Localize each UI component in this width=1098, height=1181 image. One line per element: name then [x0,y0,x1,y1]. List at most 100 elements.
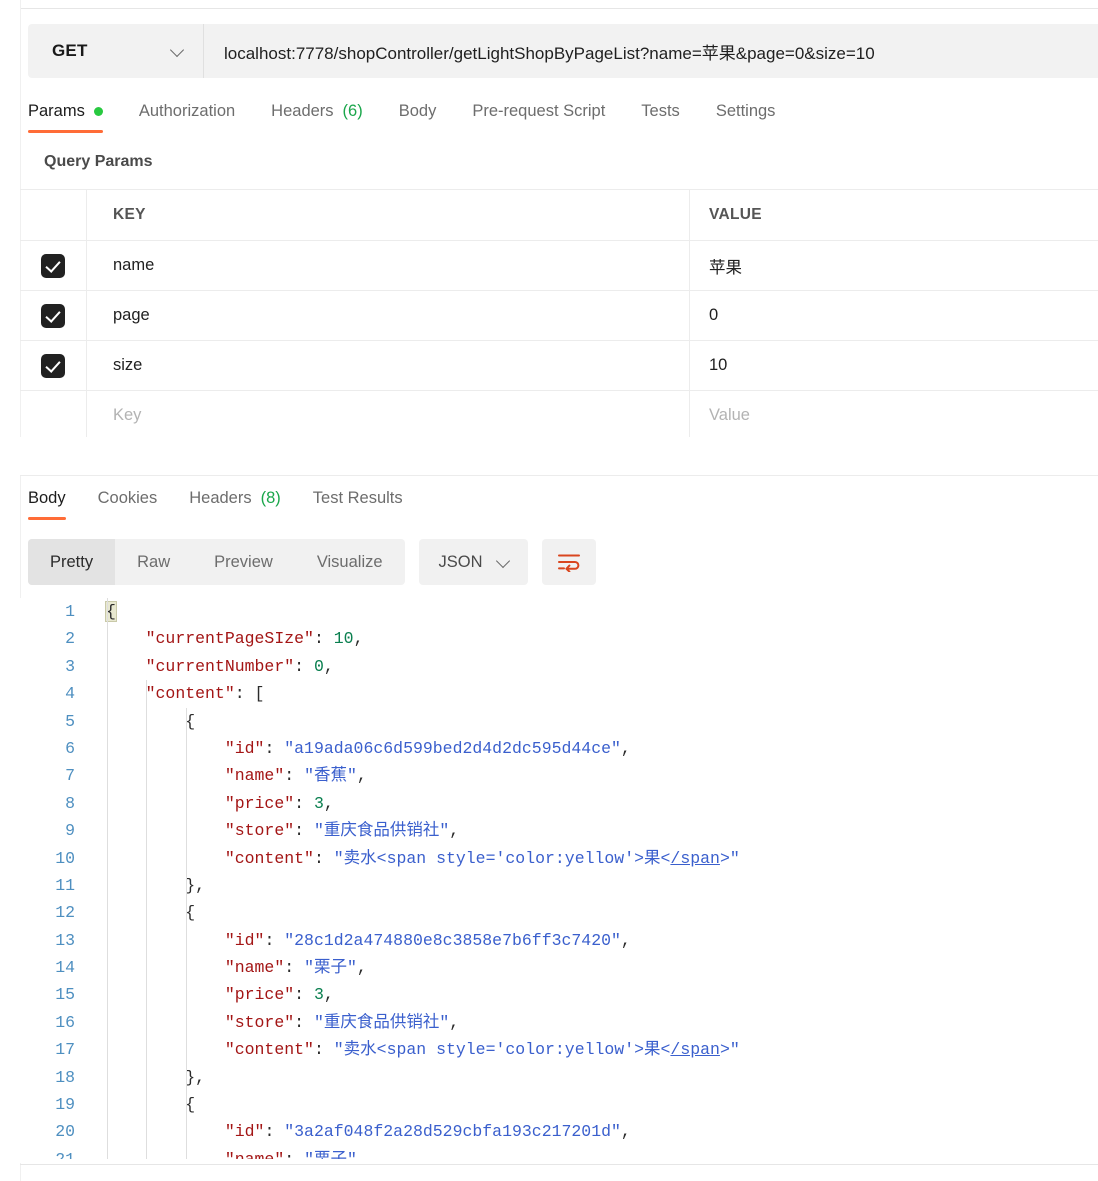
indent-guide [185,707,187,1159]
code-line: 12 { [20,899,1098,926]
new-value-input[interactable]: Value [690,391,1098,440]
row-checkbox-cell [20,391,87,440]
response-tab-headers[interactable]: Headers (8) [189,487,281,520]
response-tab-cookies[interactable]: Cookies [98,487,158,520]
code-token: "store" [224,1012,295,1032]
tab-headers[interactable]: Headers (6) [271,100,363,133]
code-token: : [313,629,334,649]
code-line-text: { [92,598,117,625]
code-token: , [449,821,460,841]
code-line-text: }, [92,872,205,899]
tab-body[interactable]: Body [399,100,437,133]
code-token: } [185,1067,196,1087]
tab-label: Body [28,489,66,507]
request-tabs: Params Authorization Headers (6) Body Pre-req… [28,100,1098,138]
code-token: "price" [224,985,295,1005]
response-format-select[interactable]: JSON [418,539,528,585]
code-token: "3a2af048f2a28d529cbfa193c217201d" [284,1122,621,1142]
code-token: , [195,1067,206,1087]
new-key-input[interactable]: Key [87,391,690,440]
code-token: "id" [224,1122,265,1142]
table-row[interactable]: page 0 [20,291,1098,341]
view-preview[interactable]: Preview [192,539,295,585]
param-value-input[interactable]: 苹果 [690,241,1098,290]
response-tab-body[interactable]: Body [28,487,66,520]
tab-count-badge: (8) [260,489,281,507]
code-line: 19 { [20,1091,1098,1118]
line-number: 14 [55,958,75,978]
param-value-input[interactable]: 0 [690,291,1098,340]
code-line: 3 "currentNumber": 0, [20,653,1098,680]
row-checkbox-cell [20,341,87,390]
code-line: 14 "name": "栗子", [20,954,1098,981]
code-token: "store" [224,821,295,841]
code-token: : [313,1040,334,1060]
tab-label: Headers [189,489,252,507]
code-line-text: "content": "卖水<span style='color:yellow'… [92,1036,740,1063]
code-line-text: "currentPageSIze": 10, [92,625,364,652]
table-row-placeholder[interactable]: Key Value [20,391,1098,441]
code-token: , [323,656,334,676]
tab-label: Authorization [138,102,236,120]
http-method-select[interactable]: GET [28,24,204,78]
code-line-text: "id": "28c1d2a474880e8c3858e7b6ff3c7420"… [92,927,631,954]
indent-guide [106,598,108,1159]
code-token: , [195,875,206,895]
param-value-input[interactable]: 10 [690,341,1098,390]
tab-label: Headers [271,102,334,120]
code-token: 0 [313,656,324,676]
code-token: "name" [225,1150,284,1159]
param-key-input[interactable]: name [87,241,690,290]
checkbox-checked-icon[interactable] [41,353,65,378]
bottom-divider [20,1164,1098,1165]
url-input[interactable]: localhost:7778/shopController/getLightSh… [204,24,1098,78]
code-token: >" [719,1040,740,1060]
code-token: "price" [224,793,295,813]
line-number: 17 [55,1040,75,1060]
table-row[interactable]: name 苹果 [20,241,1098,291]
code-line: 6 "id": "a19ada06c6d599bed2d4d2dc595d44c… [20,735,1098,762]
code-token: : [264,1122,285,1142]
code-line: 17 "content": "卖水<span style='color:yell… [20,1036,1098,1063]
left-gutter [0,0,21,1181]
code-token: "香蕉" [304,766,357,786]
code-line: 13 "id": "28c1d2a474880e8c3858e7b6ff3c74… [20,927,1098,954]
response-tab-test-results[interactable]: Test Results [313,487,403,520]
word-wrap-button[interactable] [541,539,596,585]
code-line-text: }, [92,1064,205,1091]
tab-label: Body [398,102,437,120]
code-line: 15 "price": 3, [20,981,1098,1008]
param-key-input[interactable]: size [87,341,690,390]
checkbox-checked-icon[interactable] [41,253,65,278]
code-line-text: "name": "栗子", [92,954,367,981]
tab-params[interactable]: Params [28,100,103,133]
view-pretty[interactable]: Pretty [28,539,116,585]
code-line-text: "id": "a19ada06c6d599bed2d4d2dc595d44ce"… [92,735,631,762]
code-token: , [353,629,364,649]
code-token: "name" [224,766,285,786]
tab-label: Pre-request Script [472,102,606,120]
code-line: 1{ [20,598,1098,625]
response-body-code[interactable]: 1{2 "currentPageSIze": 10, 3 "currentNumb… [20,598,1098,1159]
tab-settings[interactable]: Settings [716,100,776,133]
code-line: 11 }, [20,872,1098,899]
view-visualize[interactable]: Visualize [295,539,405,585]
tab-tests[interactable]: Tests [641,100,680,133]
view-raw[interactable]: Raw [115,539,192,585]
tab-pre-request-script[interactable]: Pre-request Script [472,100,605,133]
code-token: , [323,793,334,813]
line-number: 10 [55,848,75,868]
code-line-text: "price": 3, [92,790,334,817]
param-key-input[interactable]: page [87,291,690,340]
code-token: , [356,766,367,786]
code-line-text: "name": "栗子" [92,1146,357,1159]
tab-authorization[interactable]: Authorization [139,100,235,133]
code-token: , [356,958,367,978]
code-token: : [294,821,314,841]
line-number: 13 [55,930,75,950]
code-line-text: "currentNumber": 0, [92,653,334,680]
code-line-text: "id": "3a2af048f2a28d529cbfa193c217201d"… [92,1118,631,1145]
table-row[interactable]: size 10 [20,341,1098,391]
checkbox-checked-icon[interactable] [41,303,65,328]
response-tabs: Body Cookies Headers (8) Test Results [28,487,1098,523]
